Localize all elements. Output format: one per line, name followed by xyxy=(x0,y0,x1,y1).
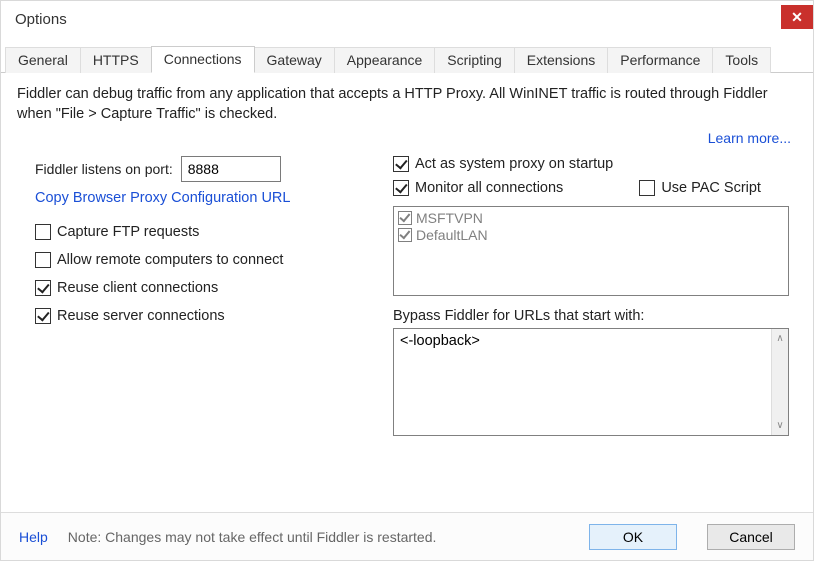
copy-proxy-url-link[interactable]: Copy Browser Proxy Configuration URL xyxy=(35,190,369,206)
ok-button[interactable]: OK xyxy=(589,524,677,550)
tab-strip: General HTTPS Connections Gateway Appear… xyxy=(1,45,813,73)
tab-tools[interactable]: Tools xyxy=(712,47,771,73)
capture-ftp-checkbox[interactable] xyxy=(35,224,51,240)
connection-item-checkbox[interactable] xyxy=(398,211,412,225)
cancel-button[interactable]: Cancel xyxy=(707,524,795,550)
monitor-all-label: Monitor all connections xyxy=(415,180,563,196)
use-pac-checkbox[interactable] xyxy=(639,180,655,196)
tab-connections[interactable]: Connections xyxy=(151,46,255,73)
scrollbar[interactable]: ∧ ∨ xyxy=(771,329,788,435)
tab-scripting[interactable]: Scripting xyxy=(434,47,514,73)
list-item[interactable]: MSFTVPN xyxy=(398,210,784,226)
tab-https[interactable]: HTTPS xyxy=(80,47,152,73)
port-input[interactable] xyxy=(181,156,281,182)
footer-note: Note: Changes may not take effect until … xyxy=(68,529,437,545)
list-item[interactable]: DefaultLAN xyxy=(398,227,784,243)
reuse-server-checkbox[interactable] xyxy=(35,308,51,324)
connection-item-checkbox[interactable] xyxy=(398,228,412,242)
connections-listbox[interactable]: MSFTVPN DefaultLAN xyxy=(393,206,789,296)
help-link[interactable]: Help xyxy=(19,529,48,545)
act-proxy-checkbox[interactable] xyxy=(393,156,409,172)
connection-item-label: DefaultLAN xyxy=(416,227,488,243)
bypass-textarea[interactable] xyxy=(394,329,770,435)
capture-ftp-label: Capture FTP requests xyxy=(57,224,199,240)
port-label: Fiddler listens on port: xyxy=(35,161,173,177)
allow-remote-label: Allow remote computers to connect xyxy=(57,252,283,268)
use-pac-label: Use PAC Script xyxy=(661,180,761,196)
bypass-textarea-container: ∧ ∨ xyxy=(393,328,789,436)
close-button[interactable]: ✕ xyxy=(781,5,813,29)
close-icon: ✕ xyxy=(791,9,803,26)
connection-item-label: MSFTVPN xyxy=(416,210,483,226)
learn-more-link[interactable]: Learn more... xyxy=(708,130,791,146)
tab-performance[interactable]: Performance xyxy=(607,47,713,73)
scroll-down-icon[interactable]: ∨ xyxy=(776,420,783,431)
scroll-up-icon[interactable]: ∧ xyxy=(776,333,783,344)
intro-text: Fiddler can debug traffic from any appli… xyxy=(17,85,797,124)
options-window: Options ✕ General HTTPS Connections Gate… xyxy=(0,0,814,561)
footer: Help Note: Changes may not take effect u… xyxy=(1,512,813,560)
reuse-client-label: Reuse client connections xyxy=(57,280,218,296)
act-proxy-label: Act as system proxy on startup xyxy=(415,156,613,172)
tab-gateway[interactable]: Gateway xyxy=(254,47,335,73)
tab-general[interactable]: General xyxy=(5,47,81,73)
tab-extensions[interactable]: Extensions xyxy=(514,47,608,73)
tab-content: Fiddler can debug traffic from any appli… xyxy=(1,73,813,512)
allow-remote-checkbox[interactable] xyxy=(35,252,51,268)
bypass-label: Bypass Fiddler for URLs that start with: xyxy=(393,308,789,324)
reuse-client-checkbox[interactable] xyxy=(35,280,51,296)
reuse-server-label: Reuse server connections xyxy=(57,308,225,324)
titlebar: Options ✕ xyxy=(1,1,813,45)
window-title: Options xyxy=(15,5,67,28)
monitor-all-checkbox[interactable] xyxy=(393,180,409,196)
tab-appearance[interactable]: Appearance xyxy=(334,47,436,73)
